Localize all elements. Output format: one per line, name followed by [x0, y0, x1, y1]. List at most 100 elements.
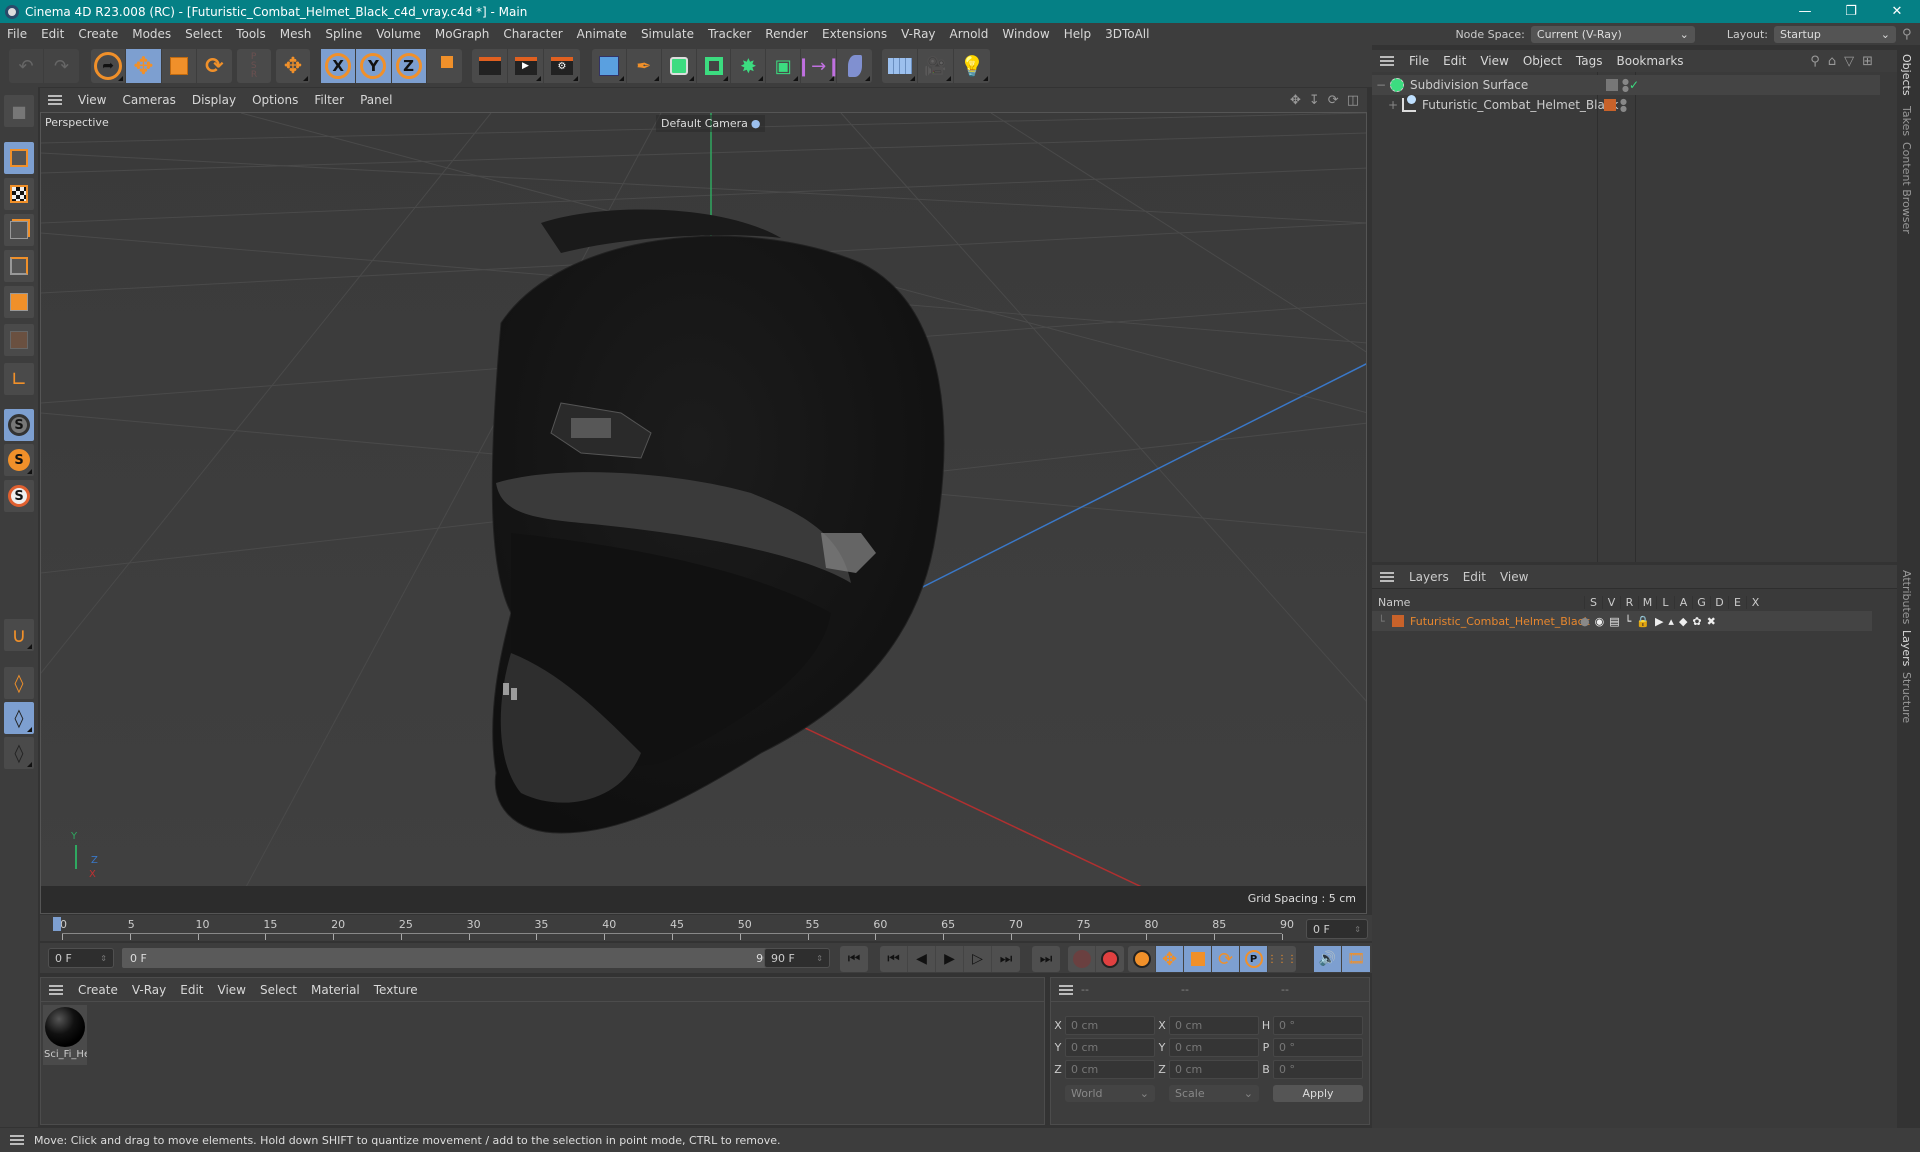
render-settings-icon[interactable]: ⚙ — [544, 49, 580, 83]
axis-mode-icon[interactable]: ∟ — [4, 363, 34, 395]
visibility-dots-icon[interactable]: ● ● — [1622, 78, 1629, 93]
search-icon[interactable]: ⚲ — [1902, 27, 1920, 42]
snap-icon[interactable]: ∪ — [4, 619, 34, 651]
size-y-input[interactable]: 0 cm — [1169, 1038, 1259, 1057]
psr-reset-icon[interactable]: PSR — [237, 49, 271, 83]
redo-icon[interactable]: ↷ — [44, 49, 79, 83]
tab-objects[interactable]: Objects — [1900, 54, 1913, 96]
tab-structure[interactable]: Structure — [1900, 672, 1913, 723]
rotate-icon[interactable]: ⟳ — [197, 49, 232, 83]
layer-color-tag[interactable] — [1604, 99, 1616, 111]
viewport-menu-cameras[interactable]: Cameras — [114, 93, 183, 107]
polygons-mode-icon[interactable] — [4, 286, 34, 318]
material-menu-create[interactable]: Create — [71, 983, 125, 997]
generators-toggle-icon[interactable]: ▴ — [1668, 615, 1674, 628]
subdivision-icon[interactable] — [662, 49, 697, 83]
rot-b-input[interactable]: 0 ° — [1273, 1060, 1363, 1079]
toggle-layout-icon[interactable]: ◫ — [1347, 93, 1359, 108]
node-space-dropdown[interactable]: Current (V-Ray) ⌄ — [1530, 25, 1695, 43]
layer-column-m[interactable]: M — [1638, 595, 1656, 609]
keyframe-selection-icon[interactable] — [1128, 946, 1156, 972]
next-key-icon[interactable]: ⏭ — [992, 946, 1020, 972]
minimize-button[interactable]: — — [1782, 0, 1828, 23]
layer-column-d[interactable]: D — [1710, 595, 1728, 609]
stepper-icon[interactable]: ⇕ — [100, 954, 107, 963]
menu-animate[interactable]: Animate — [570, 27, 634, 41]
menu-modes[interactable]: Modes — [125, 27, 178, 41]
go-to-end-icon[interactable]: ⏭ — [1032, 946, 1060, 972]
pos-z-input[interactable]: 0 cm — [1065, 1060, 1155, 1079]
play-icon[interactable]: ▶ — [936, 946, 964, 972]
floor-icon[interactable] — [882, 49, 918, 83]
viewport-menu-panel[interactable]: Panel — [352, 93, 400, 107]
z-axis-lock-icon[interactable]: Z — [391, 49, 427, 83]
tab-layers[interactable]: Layers — [1900, 630, 1913, 666]
xref-toggle-icon[interactable]: ✖ — [1707, 615, 1716, 628]
object-menu-bookmarks[interactable]: Bookmarks — [1610, 54, 1691, 68]
coord-scale-dropdown[interactable]: Scale ⌄ — [1169, 1085, 1259, 1102]
viewport-menu-filter[interactable]: Filter — [306, 93, 352, 107]
record-disabled-icon[interactable] — [1068, 946, 1096, 972]
menu-simulate[interactable]: Simulate — [634, 27, 701, 41]
pen-icon[interactable]: ✒ — [627, 49, 662, 83]
layer-column-r[interactable]: R — [1620, 595, 1638, 609]
pos-y-input[interactable]: 0 cm — [1065, 1038, 1155, 1057]
hamburger-icon[interactable] — [1380, 56, 1394, 66]
layer-column-name[interactable]: Name — [1372, 596, 1584, 609]
visible-toggle-icon[interactable]: ◉ — [1595, 615, 1605, 628]
playhead[interactable] — [53, 917, 61, 931]
3d-viewport[interactable]: Perspective Default Camera ● Y Z X Grid … — [40, 112, 1367, 914]
workplane-icon[interactable]: ◊ — [4, 667, 34, 699]
rotate-view-icon[interactable]: ⟳ — [1328, 93, 1339, 108]
menu-extensions[interactable]: Extensions — [815, 27, 894, 41]
tab-takes[interactable]: Takes — [1900, 106, 1913, 136]
key-rotation-icon[interactable]: ⟳ — [1212, 946, 1240, 972]
solo-toggle-icon[interactable]: ● — [1580, 615, 1590, 628]
menu-help[interactable]: Help — [1057, 27, 1098, 41]
sound-icon[interactable]: 🔊 — [1314, 946, 1342, 972]
end-frame-field[interactable]: 90 F ⇕ — [764, 948, 830, 968]
layer-row[interactable]: └ Futuristic_Combat_Helmet_Black ● ◉ ▤ └… — [1372, 611, 1872, 631]
object-menu-file[interactable]: File — [1402, 54, 1436, 68]
material-menu-edit[interactable]: Edit — [173, 983, 210, 997]
coord-mode-dropdown[interactable]: World ⌄ — [1065, 1085, 1155, 1102]
menu-render[interactable]: Render — [758, 27, 815, 41]
add-move-icon[interactable]: ✥ — [276, 49, 310, 83]
key-scale-icon[interactable] — [1184, 946, 1212, 972]
coordinate-system-icon[interactable] — [427, 49, 462, 83]
manager-toggle-icon[interactable]: └ — [1625, 615, 1632, 628]
visibility-dots-icon[interactable]: ● ● — [1620, 98, 1627, 113]
object-menu-view[interactable]: View — [1473, 54, 1515, 68]
material-menu-view[interactable]: View — [211, 983, 253, 997]
move-icon[interactable]: ✥ — [126, 49, 162, 83]
object-row[interactable]: + Futuristic_Combat_Helmet_Black ● ● — [1372, 95, 1880, 115]
autokey-icon[interactable] — [1096, 946, 1124, 972]
layer-menu-view[interactable]: View — [1493, 570, 1535, 584]
viewport-menu-display[interactable]: Display — [184, 93, 244, 107]
menu-window[interactable]: Window — [995, 27, 1056, 41]
uvw-mode-icon[interactable] — [4, 324, 34, 356]
select-icon[interactable]: ➦ — [91, 49, 127, 83]
pan-view-icon[interactable]: ✥ — [1290, 93, 1301, 108]
layer-column-a[interactable]: A — [1674, 595, 1692, 609]
cube-icon[interactable] — [592, 49, 627, 83]
object-menu-object[interactable]: Object — [1516, 54, 1569, 68]
enabled-check-icon[interactable]: ✓ — [1629, 78, 1639, 92]
restore-button[interactable]: ❐ — [1828, 0, 1874, 23]
hamburger-icon[interactable] — [49, 984, 63, 995]
stepper-icon[interactable]: ⇕ — [816, 954, 823, 963]
menu-tracker[interactable]: Tracker — [701, 27, 758, 41]
layer-color-swatch[interactable] — [1392, 615, 1404, 627]
tab-content-browser[interactable]: Content Browser — [1900, 142, 1913, 234]
new-window-icon[interactable]: ⊞ — [1862, 54, 1873, 69]
menu-character[interactable]: Character — [496, 27, 569, 41]
menu-tools[interactable]: Tools — [229, 27, 273, 41]
object-row[interactable]: − Subdivision Surface ● ● ✓ — [1372, 75, 1880, 95]
menu-edit[interactable]: Edit — [34, 27, 71, 41]
material-swatch[interactable]: Sci_Fi_He — [43, 1005, 87, 1065]
object-mode-icon[interactable] — [4, 142, 34, 174]
menu-file[interactable]: File — [0, 27, 34, 41]
menu-volume[interactable]: Volume — [369, 27, 428, 41]
size-x-input[interactable]: 0 cm — [1169, 1016, 1259, 1035]
edit-tag-icon[interactable] — [1606, 79, 1618, 91]
